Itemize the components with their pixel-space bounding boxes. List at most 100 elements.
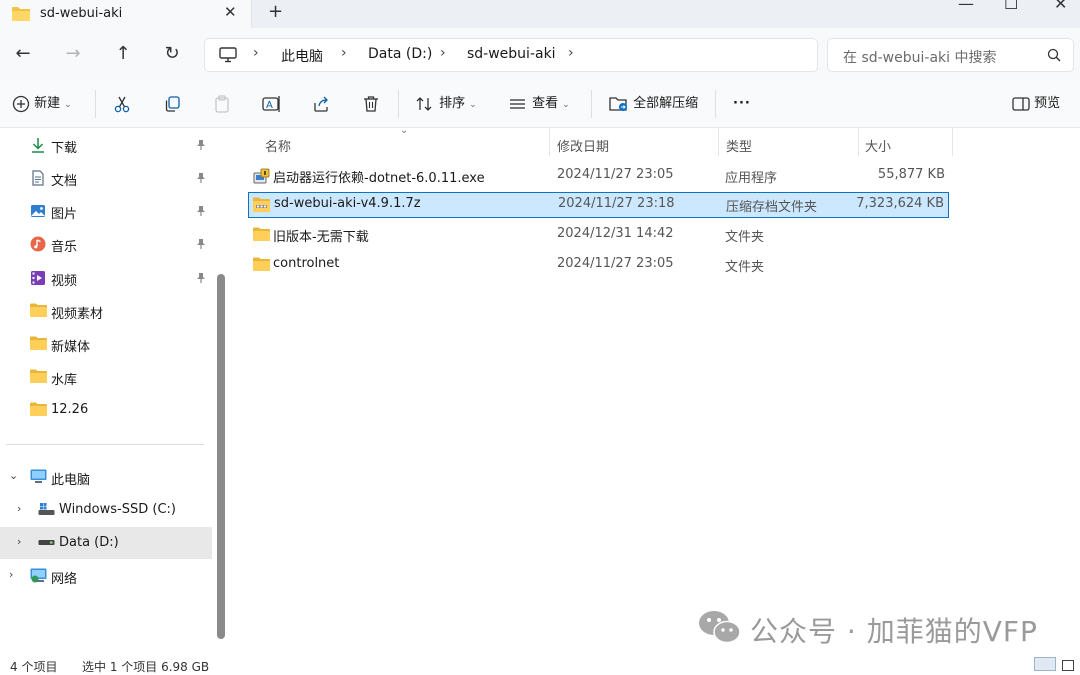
watermark-text: 公众号 · 加菲猫的VFP bbox=[750, 615, 1038, 648]
sidebar-item-reservoir[interactable]: 水库 bbox=[0, 361, 212, 393]
file-type: 应用程序 bbox=[725, 171, 778, 186]
tab-sd-webui-aki[interactable]: sd-webui-aki ✕ bbox=[0, 0, 252, 28]
chevron-down-icon[interactable]: ⌄ bbox=[9, 469, 18, 482]
sidebar-item-label: 12.26 bbox=[51, 402, 89, 417]
extract-all-button[interactable]: 全部解压缩 bbox=[609, 92, 698, 116]
file-row-controlnet[interactable]: controlnet 2024/11/27 23:05 文件夹 bbox=[248, 252, 949, 278]
status-bar: 4 个项目 选中 1 个项目 6.98 GB bbox=[0, 656, 1080, 674]
pictures-icon bbox=[30, 203, 46, 223]
view-button[interactable]: 查看 ⌄ bbox=[508, 92, 570, 116]
navigation-bar: ← → ↑ ↻ › 此电脑 › Data (D:) › sd-webui-aki… bbox=[0, 28, 1080, 80]
column-header-type[interactable]: 类型 bbox=[726, 136, 752, 155]
sidebar-item-network[interactable]: › 网络 bbox=[0, 560, 212, 592]
paste-button[interactable] bbox=[213, 92, 231, 116]
file-row-old-versions[interactable]: 旧版本-无需下载 2024/12/31 14:42 文件夹 bbox=[248, 222, 949, 248]
rename-button[interactable]: A bbox=[262, 92, 282, 116]
column-header-name[interactable]: 名称 bbox=[265, 136, 291, 155]
sidebar-item-windows-ssd[interactable]: › Windows-SSD (C:) bbox=[0, 494, 212, 526]
search-placeholder: 在 sd-webui-aki 中搜索 bbox=[843, 50, 997, 66]
sidebar-item-label: 水库 bbox=[51, 373, 78, 388]
file-name: controlnet bbox=[273, 256, 340, 271]
delete-button[interactable] bbox=[362, 92, 380, 116]
file-row-dotnet-installer[interactable]: 启动器运行依赖-dotnet-6.0.11.exe 2024/11/27 23:… bbox=[248, 163, 949, 189]
details-view-button[interactable] bbox=[1034, 657, 1056, 671]
scissors-icon bbox=[114, 96, 130, 112]
sort-button[interactable]: 排序 ⌄ bbox=[415, 92, 477, 116]
sidebar-item-pictures[interactable]: 图片 bbox=[0, 195, 212, 227]
toolbar-divider bbox=[715, 90, 716, 118]
plus-circle-icon bbox=[12, 95, 30, 112]
forward-button[interactable]: → bbox=[62, 43, 84, 65]
chevron-down-icon: ⌄ bbox=[469, 100, 477, 110]
folder-icon bbox=[30, 336, 47, 354]
sidebar-item-data-drive[interactable]: › Data (D:) bbox=[0, 527, 212, 559]
search-input[interactable]: 在 sd-webui-aki 中搜索 bbox=[827, 38, 1074, 72]
new-label: 新建 bbox=[34, 96, 61, 111]
file-name: 旧版本-无需下载 bbox=[273, 230, 369, 245]
view-label: 查看 bbox=[532, 96, 559, 111]
column-divider[interactable] bbox=[952, 128, 953, 156]
back-button[interactable]: ← bbox=[12, 43, 34, 65]
chevron-right-icon[interactable]: › bbox=[568, 45, 574, 61]
chevron-right-icon[interactable]: › bbox=[17, 502, 21, 515]
more-options-button[interactable]: ··· bbox=[733, 92, 751, 116]
folder-icon bbox=[30, 369, 47, 387]
download-icon bbox=[30, 137, 46, 157]
file-type: 文件夹 bbox=[725, 260, 765, 275]
sidebar-item-label: 新媒体 bbox=[51, 340, 91, 355]
tab-close-button[interactable]: ✕ bbox=[224, 3, 237, 21]
navigation-pane: 下载 文档 图片 音乐 视频 视频素材 新媒体 水库 12.26 ⌄ 此电脑 ›… bbox=[0, 128, 228, 661]
minimize-button[interactable]: — bbox=[958, 0, 974, 13]
network-icon bbox=[30, 568, 47, 587]
sidebar-item-label: Data (D:) bbox=[59, 535, 119, 550]
column-header-date[interactable]: 修改日期 bbox=[557, 136, 609, 155]
refresh-button[interactable]: ↻ bbox=[161, 43, 183, 65]
pin-icon bbox=[196, 272, 206, 288]
column-divider[interactable] bbox=[718, 128, 719, 156]
chevron-right-icon[interactable]: › bbox=[9, 568, 13, 581]
sidebar-item-downloads[interactable]: 下载 bbox=[0, 129, 212, 161]
column-divider[interactable] bbox=[858, 128, 859, 156]
view-list-icon bbox=[510, 98, 525, 109]
videos-icon bbox=[30, 270, 46, 290]
file-size: 7,323,624 KB bbox=[856, 196, 944, 211]
trash-icon bbox=[364, 95, 378, 112]
file-type: 文件夹 bbox=[725, 230, 765, 245]
share-button[interactable] bbox=[312, 92, 330, 116]
column-header-size[interactable]: 大小 bbox=[865, 136, 891, 155]
up-button[interactable]: ↑ bbox=[112, 43, 134, 65]
copy-button[interactable] bbox=[163, 92, 181, 116]
sidebar-item-videos[interactable]: 视频 bbox=[0, 262, 212, 294]
folder-icon bbox=[253, 257, 270, 275]
sidebar-item-new-media[interactable]: 新媒体 bbox=[0, 328, 212, 360]
cut-button[interactable] bbox=[113, 92, 131, 116]
chevron-right-icon: › bbox=[253, 45, 259, 61]
chevron-down-icon: ⌄ bbox=[562, 100, 570, 110]
new-button[interactable]: 新建 ⌄ bbox=[12, 92, 72, 116]
tiles-view-button[interactable] bbox=[1062, 660, 1074, 671]
sidebar-item-this-pc[interactable]: ⌄ 此电脑 bbox=[0, 461, 212, 493]
sidebar-item-music[interactable]: 音乐 bbox=[0, 228, 212, 260]
sort-icon bbox=[416, 96, 432, 111]
sidebar-item-video-assets[interactable]: 视频素材 bbox=[0, 295, 212, 327]
address-bar[interactable]: › 此电脑 › Data (D:) › sd-webui-aki › bbox=[204, 38, 818, 72]
maximize-button[interactable]: ☐ bbox=[1004, 0, 1018, 13]
file-row-sd-webui-aki-7z[interactable]: sd-webui-aki-v4.9.1.7z 2024/11/27 23:18 … bbox=[248, 192, 949, 218]
sidebar-scrollbar[interactable] bbox=[217, 274, 225, 639]
folder-icon bbox=[30, 303, 47, 321]
breadcrumb-data-drive[interactable]: Data (D:) bbox=[368, 46, 432, 62]
sidebar-item-label: 下载 bbox=[51, 141, 78, 156]
column-divider[interactable] bbox=[549, 128, 550, 156]
sidebar-item-documents[interactable]: 文档 bbox=[0, 162, 212, 194]
sidebar-item-label: 图片 bbox=[51, 207, 78, 222]
breadcrumb-sd-webui-aki[interactable]: sd-webui-aki bbox=[467, 46, 556, 62]
new-tab-button[interactable]: + bbox=[268, 1, 283, 22]
pin-icon bbox=[196, 139, 206, 155]
sidebar-item-12-26[interactable]: 12.26 bbox=[0, 394, 212, 426]
breadcrumb-this-pc[interactable]: 此电脑 bbox=[281, 46, 323, 66]
rename-icon: A bbox=[262, 95, 280, 112]
file-date: 2024/11/27 23:18 bbox=[558, 196, 675, 211]
chevron-right-icon[interactable]: › bbox=[17, 535, 21, 548]
preview-pane-button[interactable]: 预览 bbox=[1012, 92, 1060, 116]
close-window-button[interactable]: ✕ bbox=[1054, 0, 1067, 13]
